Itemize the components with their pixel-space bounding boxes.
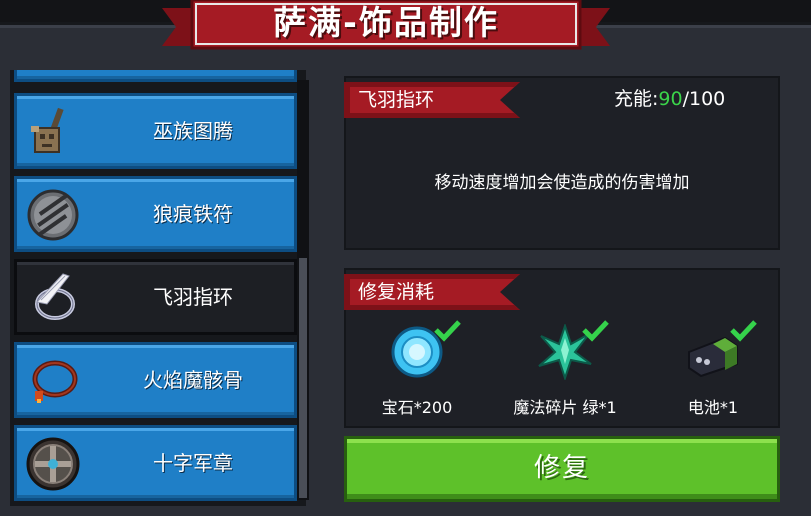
- repair-cost-ribbon: 修复消耗: [344, 274, 520, 310]
- material-magic-shard: 魔法碎片 绿*1: [500, 318, 630, 418]
- material-gem: 宝石*200: [352, 318, 482, 418]
- item-name-ribbon: 飞羽指环: [344, 82, 520, 118]
- repair-cost-title: 修复消耗: [358, 281, 435, 303]
- bone-necklace-icon: [23, 351, 83, 411]
- scrollbar-thumb[interactable]: [299, 258, 307, 498]
- repair-button-label: 修复: [533, 453, 590, 483]
- list-item-label: 狼痕铁符: [153, 202, 233, 226]
- charge-current: 90: [658, 88, 683, 110]
- material-label: 宝石*200: [381, 398, 453, 417]
- crusader-badge-icon: [23, 434, 83, 494]
- accessory-list[interactable]: 巫族图腾 狼痕铁符 飞羽指环 火焰魔骸骨 十字军章: [10, 70, 306, 506]
- totem-icon: [23, 102, 83, 162]
- check-icon: [728, 318, 758, 342]
- repair-button[interactable]: 修复: [344, 436, 780, 502]
- list-item[interactable]: [14, 70, 297, 82]
- title-banner: 萨满-饰品制作: [162, 0, 610, 52]
- charge-readout: 充能:90/100: [614, 84, 725, 114]
- check-icon: [580, 318, 610, 342]
- item-name: 飞羽指环: [358, 89, 435, 111]
- feather-ring-icon: [23, 268, 83, 328]
- check-icon: [432, 318, 462, 342]
- claw-charm-icon: [23, 185, 83, 245]
- list-item-label: 飞羽指环: [153, 285, 233, 309]
- list-item[interactable]: 狼痕铁符: [14, 176, 297, 252]
- charge-max: 100: [689, 88, 726, 110]
- page-title: 萨满-饰品制作: [273, 3, 499, 42]
- list-item-selected[interactable]: 飞羽指环: [14, 259, 297, 335]
- list-item[interactable]: 巫族图腾: [14, 93, 297, 169]
- list-item-label: 火焰魔骸骨: [143, 368, 243, 392]
- material-label: 魔法碎片 绿*1: [513, 398, 617, 417]
- material-label: 电池*1: [687, 398, 739, 417]
- list-item-label: 十字军章: [153, 451, 233, 475]
- list-item-label: 巫族图腾: [153, 119, 233, 143]
- list-item[interactable]: 火焰魔骸骨: [14, 342, 297, 418]
- partial-item-icon: [23, 70, 83, 75]
- material-battery: 电池*1: [648, 318, 778, 418]
- list-item[interactable]: 十字军章: [14, 425, 297, 501]
- item-description: 移动速度增加会使造成的伤害增加: [434, 173, 690, 193]
- charge-label: 充能:: [614, 88, 659, 110]
